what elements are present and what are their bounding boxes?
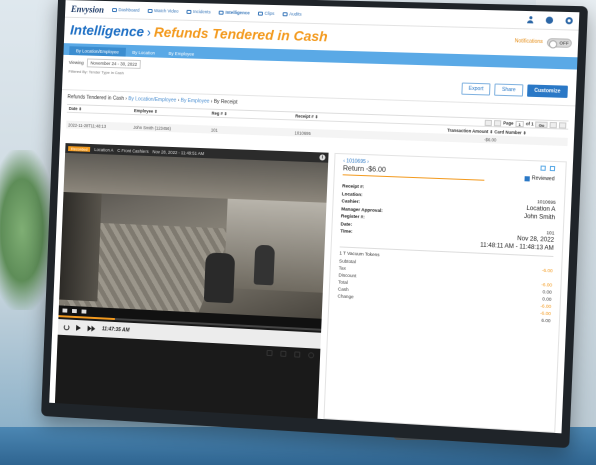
video-tools [266,349,315,359]
breadcrumb-level1[interactable]: By Location/Employee [128,96,176,103]
breadcrumb-level2[interactable]: By Employee [181,98,210,105]
video-time: 11:47:35 AM [101,326,130,334]
video-scene-ceiling [63,152,329,203]
page-of: of 1 [525,121,534,127]
replay-icon[interactable] [63,324,70,331]
audit-icon [282,11,288,16]
nav-watch-video[interactable]: Watch Video [147,8,179,14]
notifications-label: Notifications [514,38,543,46]
notifications: Notifications OFF [514,37,573,48]
viewing-label: Viewing [68,59,84,66]
cell-amount: -$6.00 [484,136,497,143]
title-separator: › [146,24,152,40]
brand-logo: Envysion [70,3,105,15]
screen: Envysion Dashboard Watch Video Incidents… [49,0,580,434]
actions: Export Share Customize [461,82,568,98]
notifications-toggle[interactable]: OFF [546,37,573,48]
video-camera[interactable]: C Front Cashiers [117,147,148,153]
dashboard-icon [111,7,117,12]
detail-area: Recorded Location A C Front Cashiers Nov… [54,143,567,433]
chart-icon [218,10,224,15]
video-icon [147,8,153,13]
nav-label: Audits [289,11,302,17]
col-date[interactable]: Date ⇕ [67,106,134,113]
cell-reg: 101 [210,127,218,133]
share-button[interactable]: Share [494,83,524,97]
field-label: Time: [340,228,353,234]
pen-icon[interactable] [280,350,287,357]
cell-receipt: 1010695 [294,129,311,136]
video-scene-shelf [59,191,102,302]
field-value: John Smith [523,213,556,221]
fast-forward-icon[interactable] [87,325,95,331]
first-page-button[interactable] [493,119,502,126]
play-icon[interactable] [76,324,82,332]
video-scene-person [253,244,276,286]
receipt-panel: ‹ 1010695 › Return -$6.00 Reviewed Recei… [323,152,567,433]
reviewed-label: Reviewed [531,175,555,183]
nav-label: Intelligence [225,9,250,16]
reviewed-checkbox[interactable]: Reviewed [524,175,555,183]
page-input[interactable]: 1 [515,120,524,127]
breadcrumb-level3: By Receipt [213,98,238,106]
link-icon[interactable] [540,165,546,171]
last-page-button[interactable] [558,121,567,129]
nav-right [527,16,573,25]
nav-intelligence[interactable]: Intelligence [218,9,250,16]
info-icon[interactable]: i [319,154,326,161]
total-value: 6.00 [541,317,551,324]
captions-icon[interactable] [71,308,77,314]
export-button[interactable]: Export [461,82,491,96]
video-scene-counter [223,198,327,293]
page-label: Page [503,120,514,126]
customize-button[interactable]: Customize [526,84,568,98]
edit-icon[interactable] [549,165,556,172]
monitor: Envysion Dashboard Watch Video Incidents… [41,0,589,449]
user-icon[interactable] [527,16,533,23]
nav-label: Clips [264,10,275,16]
video-location: Location A [94,146,114,153]
recorded-badge: Recorded [68,145,91,152]
volume-icon[interactable] [62,308,68,313]
page-title[interactable]: Intelligence [70,22,145,40]
video-timestamp: Nov 28, 2022 - 11:49:51 AM [152,148,205,156]
page-subtitle: Refunds Tendered in Cash [153,23,329,45]
gear-icon[interactable] [565,17,573,25]
scissors-icon[interactable] [266,349,273,357]
video-frame[interactable] [58,152,329,319]
next-page-button[interactable] [549,121,558,128]
nav-incidents[interactable]: Incidents [186,9,211,15]
video-panel: Recorded Location A C Front Cashiers Nov… [54,143,329,419]
receipt-tools [540,165,556,172]
nav-audits[interactable]: Audits [282,11,302,17]
video-scene-person [203,252,236,304]
nav-label: Dashboard [118,7,140,13]
cell-employee: John Smith (123456) [133,124,172,131]
cell-date: 2022-11-28T11:48:13 [68,122,107,129]
nav-label: Incidents [193,9,211,15]
camera-icon[interactable] [294,351,301,358]
clips-icon [257,11,263,16]
nav-clips[interactable]: Clips [257,11,274,16]
nav-dashboard[interactable]: Dashboard [111,7,140,13]
go-button[interactable]: Go [535,120,548,128]
nav-label: Watch Video [153,8,179,14]
total-label: Change [337,293,354,300]
fullscreen-icon[interactable] [81,309,87,314]
flag-icon [186,9,192,14]
date-range-select[interactable]: November 24 - 30, 2022 [86,58,142,69]
total-value: -6.00 [541,267,553,274]
zoom-icon[interactable] [308,352,315,359]
help-icon[interactable] [545,16,554,24]
breadcrumb-root: Refunds Tendered in Cash [67,94,125,102]
receipt-fields: Receipt #: Location: 1010695 Cashier: Loca… [340,183,556,253]
checkbox-icon[interactable] [524,175,530,181]
prev-page-button[interactable] [484,119,493,126]
